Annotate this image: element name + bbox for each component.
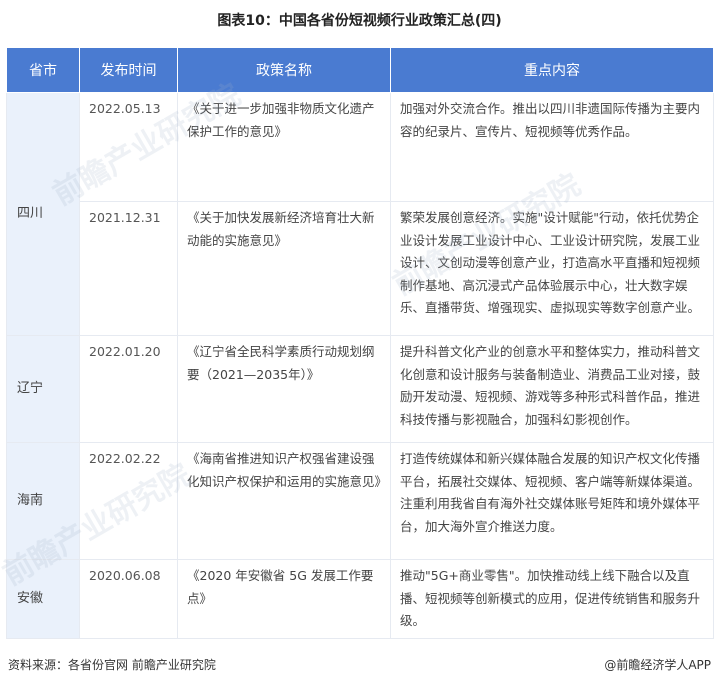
policy-cell: 《关于进一步加强非物质文化遗产保护工作的意见》 [177,92,391,202]
date-cell: 2020.06.08 [79,559,178,639]
date-cell: 2021.12.31 [79,201,178,336]
policy-cell: 《辽宁省全民科学素质行动规划纲要（2021—2035年）》 [177,335,391,443]
province-cell: 海南 [6,442,80,560]
header-province: 省市 [6,47,80,93]
table-row: 海南 2022.02.22 《海南省推进知识产权强省建设强化知识产权保护和运用的… [6,442,714,560]
content-cell: 加强对外交流合作。推出以四川非遗国际传播为主要内容的纪录片、宣传片、短视频等优秀… [390,92,714,202]
table-header-row: 省市 发布时间 政策名称 重点内容 [6,47,714,93]
province-cell: 四川 [6,92,80,336]
date-cell: 2022.02.22 [79,442,178,560]
province-cell: 安徽 [6,559,80,639]
policy-cell: 《2020 年安徽省 5G 发展工作要点》 [177,559,391,639]
policy-cell: 《关于加快发展新经济培育壮大新动能的实施意见》 [177,201,391,336]
date-cell: 2022.01.20 [79,335,178,443]
brand-label: @前瞻经济学人APP [604,658,711,672]
header-policy: 政策名称 [177,47,391,93]
content-cell: 打造传统媒体和新兴媒体融合发展的知识产权文化传播平台，拓展社交媒体、短视频、客户… [390,442,714,560]
date-cell: 2022.05.13 [79,92,178,202]
policy-table: 省市 发布时间 政策名称 重点内容 四川 2022.05.13 《关于进一步加强… [6,47,714,639]
table-row: 安徽 2020.06.08 《2020 年安徽省 5G 发展工作要点》 推动"5… [6,559,714,639]
header-content: 重点内容 [390,47,714,93]
chart-title: 图表10：中国各省份短视频行业政策汇总(四) [217,13,502,29]
header-date: 发布时间 [79,47,178,93]
table-row: 辽宁 2022.01.20 《辽宁省全民科学素质行动规划纲要（2021—2035… [6,335,714,443]
table-row: 四川 2022.05.13 《关于进一步加强非物质文化遗产保护工作的意见》 加强… [6,92,714,336]
source-note: 资料来源：各省份官网 前瞻产业研究院 [8,658,216,672]
content-cell: 繁荣发展创意经济。实施"设计赋能"行动，依托优势企业设计发展工业设计中心、工业设… [390,201,714,336]
content-cell: 推动"5G+商业零售"。加快推动线上线下融合以及直播、短视频等创新模式的应用，促… [390,559,714,639]
province-cell: 辽宁 [6,335,80,443]
policy-cell: 《海南省推进知识产权强省建设强化知识产权保护和运用的实施意见》 [177,442,391,560]
content-cell: 提升科普文化产业的创意水平和整体实力，推动科普文化创意和设计服务与装备制造业、消… [390,335,714,443]
table-row: 2021.12.31 《关于加快发展新经济培育壮大新动能的实施意见》 繁荣发展创… [7,201,714,336]
